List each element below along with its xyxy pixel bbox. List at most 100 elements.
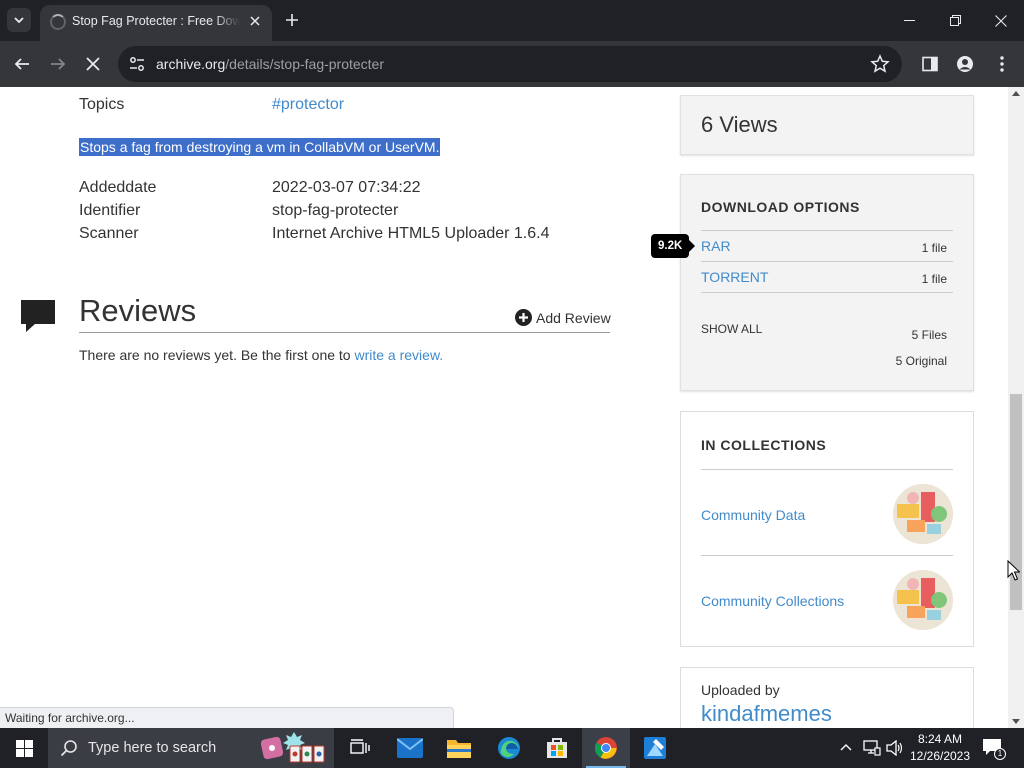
uploader-panel: Uploaded by kindafmemes <box>680 667 974 728</box>
collection-thumbnail-image <box>893 570 953 630</box>
no-reviews-text: There are no reviews yet. Be the first o… <box>79 347 355 363</box>
site-info-icon[interactable] <box>128 55 146 73</box>
collection-thumbnail-image <box>893 484 953 544</box>
browser-status-bubble: Waiting for archive.org... <box>0 707 454 728</box>
taskbar-search-placeholder: Type here to search <box>88 740 217 756</box>
add-review-button[interactable]: Add Review <box>515 309 611 326</box>
folder-icon <box>447 740 471 758</box>
bookmark-star-icon[interactable] <box>870 54 890 74</box>
profile-button[interactable] <box>950 49 980 79</box>
download-options-panel: DOWNLOAD OPTIONS RAR 1 file TORRENT 1 fi… <box>680 174 974 391</box>
stop-loading-button[interactable] <box>78 49 108 79</box>
reviews-divider <box>79 332 610 333</box>
url-path: /details/stop-fag-protecter <box>225 56 385 72</box>
browser-menu-button[interactable] <box>987 49 1017 79</box>
side-panel-button[interactable] <box>915 49 945 79</box>
plus-circle-icon <box>515 309 532 326</box>
forward-button[interactable] <box>43 49 73 79</box>
views-count: 6 Views <box>701 112 778 137</box>
notification-center-button[interactable]: 1 <box>982 738 1006 760</box>
mail-icon <box>397 738 423 758</box>
clock-date: 12/26/2023 <box>909 749 971 763</box>
write-review-link[interactable]: write a review <box>354 347 439 363</box>
topic-link[interactable]: #protector <box>272 96 344 114</box>
task-view-icon <box>350 739 370 754</box>
views-box: 6 Views <box>680 95 974 155</box>
mouse-cursor-icon <box>1007 560 1020 581</box>
taskbar-clock[interactable]: 8:24 AM 12/26/2023 <box>902 731 978 765</box>
browser-tab-active[interactable]: Stop Fag Protecter : Free Download, Borr… <box>40 5 272 41</box>
restore-button[interactable] <box>932 0 978 41</box>
chrome-icon <box>595 737 617 759</box>
item-description: Stops a fag from destroying a vm in Coll… <box>79 138 441 156</box>
tab-close-button[interactable] <box>246 12 264 30</box>
taskbar-mail-button[interactable] <box>386 728 434 768</box>
original-count: 5 Original <box>895 354 947 368</box>
chevron-down-icon <box>14 17 24 24</box>
paint-icon <box>644 737 666 759</box>
reviews-heading: Reviews <box>79 293 197 328</box>
collection-link-community-data[interactable]: Community Data <box>701 507 805 523</box>
tab-title: Stop Fag Protecter : Free Download, Borr… <box>72 14 240 28</box>
taskbar-store-button[interactable] <box>533 728 581 768</box>
comment-icon <box>21 300 55 332</box>
download-rar-link[interactable]: RAR <box>701 238 731 254</box>
collections-panel: IN COLLECTIONS Community Data Community … <box>680 411 974 647</box>
clock-time: 8:24 AM <box>917 732 963 746</box>
url-host: archive.org <box>156 56 226 72</box>
taskbar-edge-button[interactable] <box>485 728 533 768</box>
taskbar-paint-button[interactable] <box>631 728 679 768</box>
scroll-up-arrow-icon[interactable] <box>1012 91 1020 96</box>
close-window-button[interactable] <box>978 0 1024 41</box>
profile-icon <box>957 56 973 72</box>
download-rar-count: 1 file <box>921 241 947 255</box>
store-icon <box>547 738 567 758</box>
windows-taskbar: Type here to search 8:24 AM 12/26/2023 1 <box>0 728 1024 768</box>
minimize-icon <box>903 20 915 21</box>
files-count: 5 Files <box>911 328 947 342</box>
collection-item[interactable]: Community Data <box>701 469 953 555</box>
download-torrent-link[interactable]: TORRENT <box>701 269 768 285</box>
taskbar-chrome-button[interactable] <box>582 728 630 768</box>
search-highlight-icon <box>260 732 325 763</box>
windows-logo-icon <box>15 739 33 757</box>
taskbar-search-box[interactable]: Type here to search <box>48 728 334 768</box>
close-icon <box>86 57 100 71</box>
topics-label: Topics <box>79 96 125 113</box>
addeddate-value: 2022-03-07 07:34:22 <box>272 179 421 196</box>
add-review-label: Add Review <box>536 309 611 326</box>
minimize-button[interactable] <box>886 0 932 41</box>
task-view-button[interactable] <box>336 728 384 768</box>
download-option-rar[interactable]: RAR 1 file <box>701 230 953 261</box>
loading-spinner-icon <box>50 14 66 30</box>
browser-toolbar: archive.org/details/stop-fag-protecter <box>0 41 1024 87</box>
side-panel-icon <box>922 56 938 72</box>
browser-tab-strip: Stop Fag Protecter : Free Download, Borr… <box>0 0 1024 41</box>
tab-search-button[interactable] <box>7 8 31 32</box>
back-button[interactable] <box>7 49 37 79</box>
close-icon <box>250 16 260 26</box>
plus-icon <box>286 14 298 26</box>
network-icon[interactable] <box>863 740 881 756</box>
taskbar-file-explorer-button[interactable] <box>435 728 483 768</box>
collection-thumbnail[interactable] <box>893 570 953 630</box>
restore-icon <box>949 15 961 26</box>
collection-thumbnail[interactable] <box>893 484 953 544</box>
collections-heading: IN COLLECTIONS <box>701 437 827 453</box>
address-bar[interactable]: archive.org/details/stop-fag-protecter <box>118 46 902 82</box>
uploader-link[interactable]: kindafmemes <box>701 701 832 727</box>
chevron-up-icon[interactable] <box>840 742 852 752</box>
address-url[interactable]: archive.org/details/stop-fag-protecter <box>156 56 384 72</box>
start-button[interactable] <box>0 728 48 768</box>
scanner-value: Internet Archive HTML5 Uploader 1.6.4 <box>272 225 550 242</box>
scroll-down-arrow-icon[interactable] <box>1012 719 1020 724</box>
download-divider <box>701 292 953 323</box>
collection-link-community-collections[interactable]: Community Collections <box>701 593 844 609</box>
collection-item[interactable]: Community Collections <box>701 555 953 641</box>
page-scrollbar[interactable] <box>1008 87 1024 728</box>
edge-icon <box>498 737 520 759</box>
show-all-button[interactable]: SHOW ALL <box>701 322 762 336</box>
download-option-torrent[interactable]: TORRENT 1 file <box>701 261 953 292</box>
new-tab-button[interactable] <box>280 8 304 32</box>
download-torrent-count: 1 file <box>921 272 947 286</box>
